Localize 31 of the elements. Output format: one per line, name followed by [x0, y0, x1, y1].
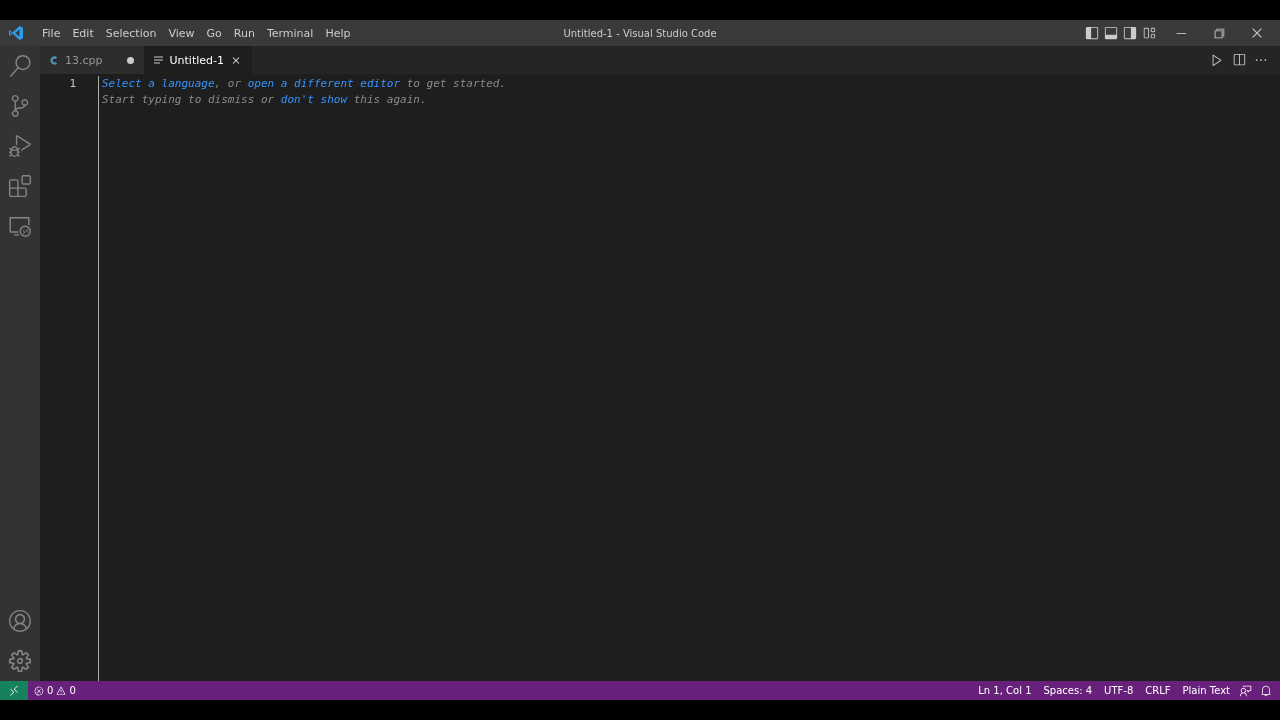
editor-tab[interactable]: 13.cpp — [40, 46, 144, 74]
status-item[interactable]: CRLF — [1139, 685, 1177, 696]
hint-link[interactable]: open a different editor — [247, 77, 401, 90]
hint-text: Select a language, or open a different editor to get started. — [102, 76, 506, 92]
menu-item[interactable]: Run — [227, 26, 261, 40]
status-item[interactable]: UTF-8 — [1098, 685, 1140, 696]
error-icon — [34, 685, 44, 696]
hint-link[interactable]: Select a language — [102, 77, 215, 90]
menu-item[interactable]: View — [162, 26, 201, 40]
status-item[interactable]: Plain Text — [1176, 685, 1236, 696]
tab-label: 13.cpp — [65, 53, 103, 67]
editor-tab[interactable]: Untitled-1 — [143, 46, 252, 74]
menu-item[interactable]: Selection — [99, 26, 163, 40]
menu-item[interactable]: Terminal — [260, 26, 320, 40]
remote-icon[interactable] — [0, 681, 28, 700]
hint-text: Start typing to dismiss or don't show this again. — [102, 92, 427, 108]
unsaved-dot-icon — [126, 56, 134, 64]
app-logo — [8, 25, 24, 41]
problems-status[interactable]: 0 0 — [28, 685, 82, 696]
warning-icon — [56, 685, 67, 696]
window-title: Untitled-1 - Visual Studio Code — [563, 27, 717, 39]
menu-item[interactable]: Go — [200, 26, 228, 40]
hint-link[interactable]: don't show — [280, 93, 348, 106]
line-number: 1 — [69, 77, 76, 90]
status-item[interactable]: Spaces: 4 — [1037, 685, 1099, 696]
status-item[interactable]: Ln 1, Col 1 — [972, 685, 1038, 696]
menu-item[interactable]: Edit — [66, 26, 100, 40]
menu-item[interactable]: Help — [319, 26, 357, 40]
tab-label: Untitled-1 — [169, 53, 224, 67]
cpp-file-icon — [50, 55, 59, 65]
menu-item[interactable]: File — [36, 26, 67, 40]
